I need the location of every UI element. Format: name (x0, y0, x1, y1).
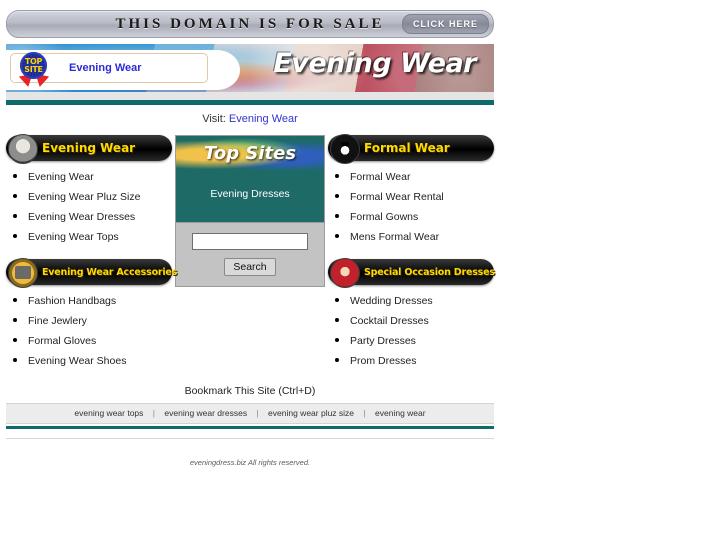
link[interactable]: Fine Jewlery (28, 315, 87, 327)
link[interactable]: Formal Wear (350, 171, 410, 183)
evening-dress-icon (8, 134, 38, 164)
link[interactable]: Formal Gowns (350, 211, 418, 223)
main-content: Evening Wear Evening Wear Evening Wear P… (6, 134, 495, 371)
middle-column: Top Sites Evening Dresses Search (175, 135, 325, 287)
list-item: Evening Wear Pluz Size (28, 187, 172, 205)
footer-separator: | (256, 408, 259, 418)
link-list-accessories: Fashion Handbags Fine Jewlery Formal Glo… (6, 291, 172, 369)
list-item: Formal Gloves (28, 331, 172, 349)
top-sites-box: Top Sites Evening Dresses Search (175, 135, 325, 287)
visit-line: Visit: Evening Wear (6, 105, 494, 135)
header-site-tab[interactable]: TOP SITE Evening Wear (10, 51, 208, 89)
link-list-special-occasion: Wedding Dresses Cocktail Dresses Party D… (328, 291, 494, 369)
category-header-formal-wear[interactable]: Formal Wear (328, 134, 494, 164)
site-header-banner: Evening Wear TOP SITE Evening Wear (6, 44, 494, 92)
link[interactable]: Wedding Dresses (350, 295, 433, 307)
link[interactable]: Evening Wear Dresses (28, 211, 135, 223)
header-tab-label: Evening Wear (69, 62, 142, 74)
list-item: Formal Wear (350, 167, 494, 185)
badge-site-text: SITE (24, 64, 43, 74)
top-sites-subtitle: Evening Dresses (210, 188, 290, 200)
list-item: Formal Wear Rental (350, 187, 494, 205)
link[interactable]: Evening Wear (28, 171, 94, 183)
link[interactable]: Mens Formal Wear (350, 231, 439, 243)
domain-for-sale-text: THIS DOMAIN IS FOR SALE (115, 15, 385, 32)
link-list-evening-wear: Evening Wear Evening Wear Pluz Size Even… (6, 167, 172, 245)
page-root: THIS DOMAIN IS FOR SALE CLICK HERE Eveni… (0, 0, 727, 545)
site-container: THIS DOMAIN IS FOR SALE CLICK HERE Eveni… (6, 10, 495, 467)
header-title: Evening Wear (273, 48, 476, 79)
link[interactable]: Formal Wear Rental (350, 191, 444, 203)
link[interactable]: Fashion Handbags (28, 295, 116, 307)
visit-link[interactable]: Evening Wear (229, 113, 298, 125)
search-area: Search (176, 222, 324, 286)
list-item: Wedding Dresses (350, 291, 494, 309)
link[interactable]: Party Dresses (350, 335, 416, 347)
footer-link[interactable]: evening wear tops (74, 408, 143, 418)
category-title: Special Occasion Dresses (364, 266, 495, 278)
list-item: Evening Wear Shoes (28, 351, 172, 369)
footer-link[interactable]: evening wear dresses (164, 408, 247, 418)
list-item: Evening Wear Tops (28, 227, 172, 245)
search-input[interactable] (192, 233, 308, 250)
list-item: Fine Jewlery (28, 311, 172, 329)
list-item: Evening Wear Dresses (28, 207, 172, 225)
top-site-badge-icon: TOP SITE (17, 51, 51, 89)
link[interactable]: Evening Wear Shoes (28, 355, 126, 367)
handbag-icon (8, 258, 38, 288)
click-here-button[interactable]: CLICK HERE (401, 14, 489, 34)
footer-separator: | (363, 408, 366, 418)
tuxedo-icon (330, 134, 360, 164)
list-item: Fashion Handbags (28, 291, 172, 309)
link[interactable]: Prom Dresses (350, 355, 417, 367)
list-item: Cocktail Dresses (350, 311, 494, 329)
domain-for-sale-banner[interactable]: THIS DOMAIN IS FOR SALE CLICK HERE (6, 10, 494, 38)
link[interactable]: Cocktail Dresses (350, 315, 429, 327)
top-sites-art: Top Sites (176, 136, 324, 170)
footer-rule-wrapper (6, 424, 494, 439)
list-item: Party Dresses (350, 331, 494, 349)
visit-prefix: Visit: (202, 113, 226, 125)
search-button[interactable]: Search (224, 258, 276, 276)
footer-link[interactable]: evening wear pluz size (268, 408, 354, 418)
copyright-text: eveningdress.biz All rights reserved. (189, 458, 311, 467)
header-tab-wrapper: TOP SITE Evening Wear (6, 50, 240, 90)
link[interactable]: Evening Wear Pluz Size (28, 191, 140, 203)
list-item: Formal Gowns (350, 207, 494, 225)
red-dress-icon (330, 258, 360, 288)
footer-teal-rule (6, 426, 494, 429)
link[interactable]: Formal Gloves (28, 335, 96, 347)
category-header-special-occasion-dresses[interactable]: Special Occasion Dresses (328, 258, 495, 288)
category-title: Evening Wear Accessories (42, 266, 178, 278)
list-item: Prom Dresses (350, 351, 494, 369)
link[interactable]: Evening Wear Tops (28, 231, 119, 243)
category-header-evening-wear[interactable]: Evening Wear (6, 134, 172, 164)
top-sites-title: Top Sites (203, 142, 297, 164)
category-header-evening-wear-accessories[interactable]: Evening Wear Accessories (6, 258, 177, 288)
list-item: Mens Formal Wear (350, 227, 494, 245)
footer-link[interactable]: evening wear (375, 408, 426, 418)
header-grey-rule (6, 92, 494, 100)
link-list-formal-wear: Formal Wear Formal Wear Rental Formal Go… (328, 167, 494, 245)
category-title: Evening Wear (42, 141, 136, 155)
left-column: Evening Wear Evening Wear Evening Wear P… (6, 134, 177, 371)
badge-seal-icon: TOP SITE (20, 52, 47, 79)
category-title: Formal Wear (364, 141, 450, 155)
list-item: Evening Wear (28, 167, 172, 185)
bookmark-text[interactable]: Bookmark This Site (Ctrl+D) (6, 371, 494, 403)
right-column: Formal Wear Formal Wear Formal Wear Rent… (328, 134, 495, 371)
footer-link-bar: evening wear tops | evening wear dresses… (6, 403, 494, 424)
footer-separator: | (152, 408, 156, 418)
